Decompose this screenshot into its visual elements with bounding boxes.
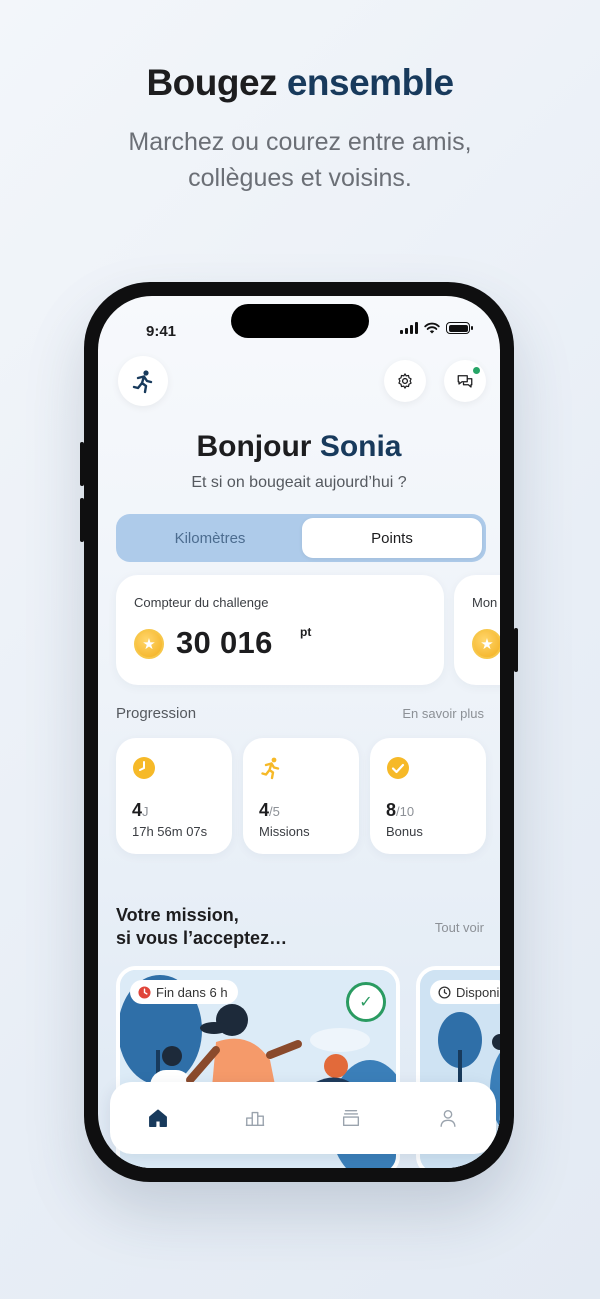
counter-label: Compteur du challenge [134, 595, 269, 610]
clock-icon [133, 757, 155, 779]
leaderboard-icon [245, 1111, 264, 1127]
star-coin-icon: ★ [134, 629, 164, 659]
phone-frame: 9:41 Bonjour Sonia Et si on bougeait auj… [80, 282, 518, 1182]
progress-card-days[interactable]: 4J 17h 56m 07s [116, 738, 232, 854]
progress-card-missions[interactable]: 4/5 Missions [243, 738, 359, 854]
progress-card-bonus[interactable]: 8/10 Bonus [370, 738, 486, 854]
runner-icon [261, 757, 280, 780]
mission-completed-check-icon: ✓ [346, 982, 386, 1022]
tab-challenges[interactable] [331, 1098, 371, 1138]
star-coin-icon: ★ [472, 629, 500, 659]
counter-unit: pt [300, 625, 312, 639]
greeting-hello: Bonjour [196, 430, 312, 463]
wifi-icon [424, 322, 440, 334]
toggle-points[interactable]: Points [302, 518, 482, 558]
power-button [514, 628, 518, 672]
signal-icon [400, 322, 418, 334]
hero-title: Bougez ensemble [0, 62, 600, 104]
progress-value: 4/5 [259, 800, 280, 820]
hero-title-part2: ensemble [286, 62, 454, 103]
counter-value: 30 016 [176, 625, 273, 660]
volume-up-button [80, 442, 84, 486]
progress-caption: 17h 56m 07s [132, 824, 208, 839]
unit-toggle: Kilomètres Points [116, 514, 486, 562]
greeting-name: Sonia [319, 430, 402, 463]
app-logo-button[interactable] [118, 356, 168, 406]
progression-title: Progression [116, 705, 197, 722]
progress-caption: Missions [259, 824, 310, 839]
greeting-subtitle: Et si on bougeait aujourd’hui ? [191, 474, 407, 491]
tab-home[interactable] [138, 1098, 178, 1138]
tab-profile[interactable] [428, 1098, 468, 1138]
mission-availability-badge: Disponi [430, 980, 500, 1004]
progress-value: 8/10 [386, 800, 415, 820]
profile-icon [440, 1109, 456, 1127]
volume-down-button [80, 498, 84, 542]
tab-leaderboard[interactable] [235, 1098, 275, 1138]
battery-icon [446, 322, 473, 334]
app-screen: 9:41 Bonjour Sonia Et si on bougeait auj… [98, 296, 500, 1168]
progress-value: 4J [132, 800, 149, 820]
hero-subtitle: Marchez ou courez entre amis, collègues … [128, 128, 472, 192]
mission-deadline-badge: Fin dans 6 h [130, 980, 238, 1004]
messages-button[interactable] [444, 360, 486, 402]
home-icon [149, 1109, 168, 1127]
counter-label-2: Mon [472, 595, 498, 610]
notification-dot [473, 367, 480, 374]
status-time: 9:41 [146, 323, 177, 340]
dynamic-island [231, 304, 369, 338]
hero-title-part1: Bougez [146, 62, 278, 103]
progress-caption: Bonus [386, 824, 423, 839]
alarm-clock-icon [138, 985, 151, 999]
status-icons [400, 322, 473, 334]
settings-button[interactable] [384, 360, 426, 402]
check-circle-icon [387, 757, 409, 779]
greeting-title: Bonjour Sonia [98, 430, 500, 464]
progression-link[interactable]: En savoir plus [402, 706, 484, 721]
challenges-icon [343, 1109, 360, 1127]
challenge-counter-card[interactable]: Compteur du challenge ★ 30 016 pt [116, 575, 444, 685]
personal-counter-card[interactable]: Mon ★ [454, 575, 500, 685]
missions-title: Votre mission, si vous l’acceptez… [116, 905, 288, 948]
toggle-kilometres[interactable]: Kilomètres [120, 518, 300, 558]
runner-logo-icon [132, 370, 153, 394]
missions-see-all-link[interactable]: Tout voir [435, 920, 484, 935]
chat-icon [457, 375, 473, 388]
bottom-tab-bar [110, 1082, 496, 1154]
gear-icon [398, 373, 412, 389]
clock-outline-icon [438, 985, 451, 999]
